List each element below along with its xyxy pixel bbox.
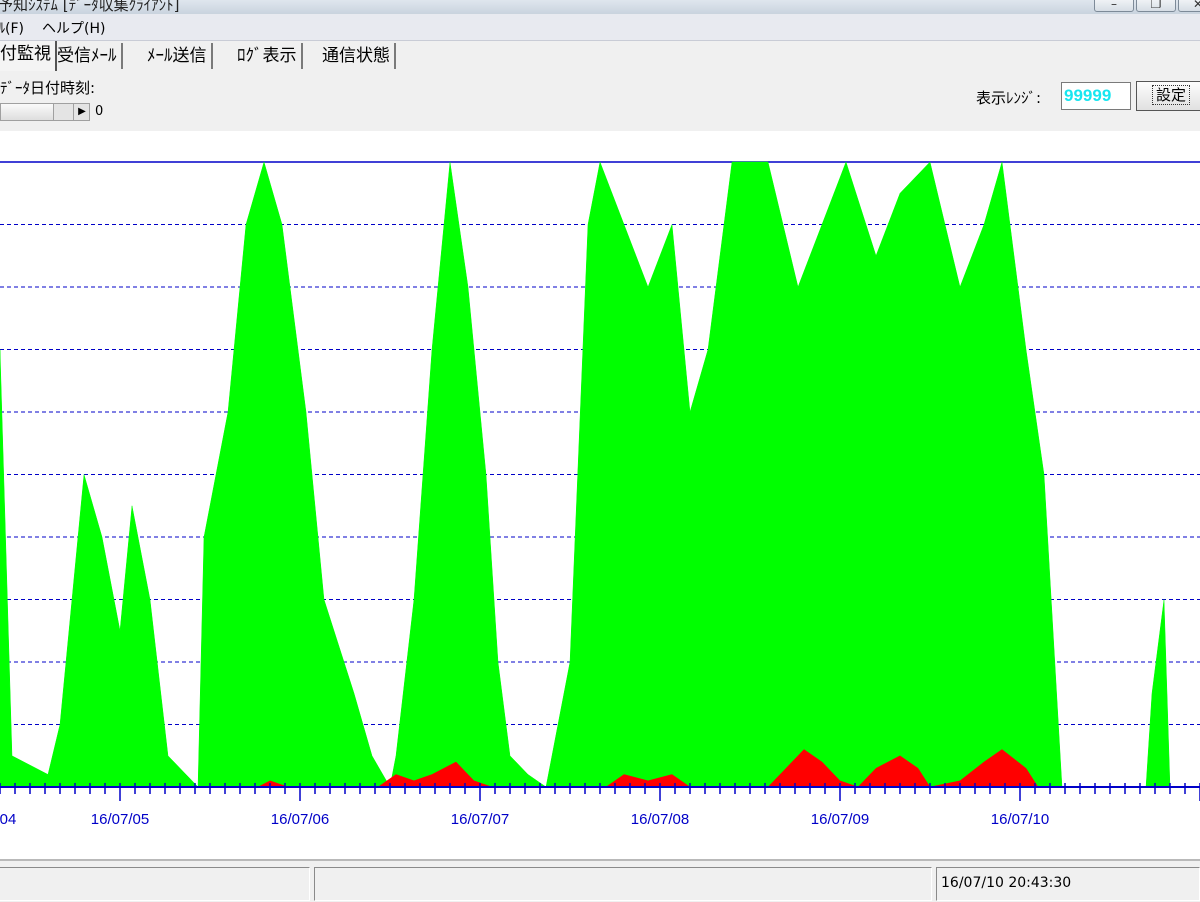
tab-log-view[interactable]: ﾛｸﾞ表示 <box>233 43 303 69</box>
window-title: 予知ｼｽﾃﾑ [ﾃﾞｰﾀ収集ｸﾗｲｱﾝﾄ] <box>0 0 180 14</box>
minimize-button[interactable]: – <box>1094 0 1134 12</box>
x-tick-label: 16/07/05 <box>91 811 149 828</box>
series-primary-area <box>0 161 1200 788</box>
set-button[interactable]: 設定 <box>1136 81 1200 111</box>
menu-bar: ﾙ(F) ヘルプ(H) <box>0 14 1200 41</box>
scroll-right-arrow-icon[interactable]: ▶ <box>73 104 90 120</box>
data-datetime-label: ﾃﾞｰﾀ日付時刻: <box>0 79 96 97</box>
restore-button[interactable]: ❐ <box>1136 0 1176 12</box>
menu-help[interactable]: ヘルプ(H) <box>42 18 105 38</box>
tab-send-mail[interactable]: ﾒｰﾙ送信 <box>143 43 213 69</box>
display-range-label: 表示ﾚﾝｼﾞ: <box>976 89 1042 107</box>
date-scrollbar[interactable]: ▶ <box>0 103 90 121</box>
tab-comm-status[interactable]: 通信状態 <box>318 43 396 69</box>
set-button-label: 設定 <box>1151 85 1190 105</box>
scroll-value: 0 <box>95 104 104 119</box>
x-tick-label: 16/07/07 <box>451 811 509 828</box>
status-bar: 16/07/10 20:43:30 <box>0 859 1200 902</box>
tab-received-mail[interactable]: 受信ﾒｰﾙ <box>53 43 123 69</box>
x-tick-label: 16/07/10 <box>991 811 1049 828</box>
close-button[interactable]: ✕ <box>1178 0 1200 12</box>
chart-area: 04 16/07/05 16/07/06 16/07/07 16/07/08 16/07/… <box>0 131 1200 859</box>
tab-monitor[interactable]: 付監視 <box>0 41 57 71</box>
x-tick-label: 04 <box>0 811 16 828</box>
x-tick-label: 16/07/06 <box>271 811 329 828</box>
toolbar: ﾃﾞｰﾀ日付時刻: ▶ 0 表示ﾚﾝｼﾞ: 99999 設定 <box>0 71 1200 131</box>
scroll-thumb[interactable] <box>1 104 54 120</box>
status-datetime: 16/07/10 20:43:30 <box>936 867 1200 901</box>
display-range-input[interactable]: 99999 <box>1061 82 1131 110</box>
menu-file[interactable]: ﾙ(F) <box>0 18 24 38</box>
title-bar: 予知ｼｽﾃﾑ [ﾃﾞｰﾀ収集ｸﾗｲｱﾝﾄ] – ❐ ✕ <box>0 0 1200 15</box>
time-series-chart: 04 16/07/05 16/07/06 16/07/07 16/07/08 16/07/… <box>0 161 1200 828</box>
status-pane-1 <box>0 867 310 901</box>
status-pane-2 <box>314 867 932 901</box>
tab-bar: 付監視 受信ﾒｰﾙ ﾒｰﾙ送信 ﾛｸﾞ表示 通信状態 <box>0 41 1200 71</box>
x-tick-label: 16/07/08 <box>631 811 689 828</box>
x-tick-label: 16/07/09 <box>811 811 869 828</box>
